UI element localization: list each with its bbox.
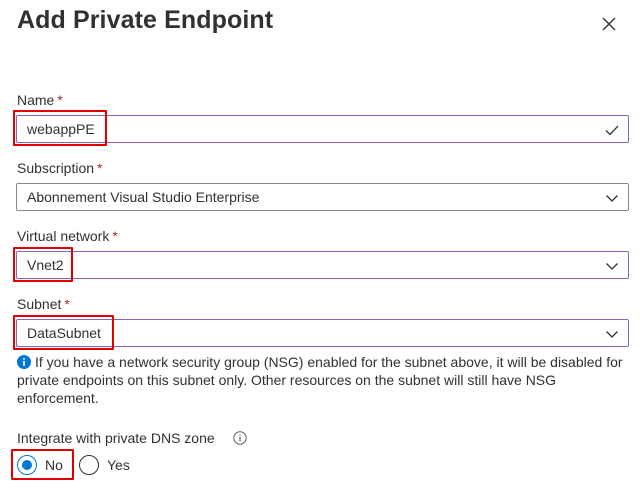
checkmark-icon <box>604 122 620 138</box>
info-outline-icon[interactable] <box>233 431 247 445</box>
info-text: If you have a network security group (NS… <box>17 354 623 406</box>
chevron-down-icon <box>604 190 620 206</box>
panel-title: Add Private Endpoint <box>17 6 274 34</box>
radio-no-label: No <box>45 457 63 473</box>
subscription-dropdown[interactable]: Abonnement Visual Studio Enterprise <box>16 183 629 211</box>
virtual-network-dropdown[interactable]: Vnet2 <box>16 251 629 279</box>
radio-selected-icon[interactable] <box>17 455 37 475</box>
subnet-dropdown[interactable]: DataSubnet <box>16 319 629 347</box>
name-field[interactable] <box>16 115 629 143</box>
virtual-network-label: Virtual network * <box>17 228 118 244</box>
radio-unselected-icon[interactable] <box>79 455 99 475</box>
info-icon <box>17 355 31 369</box>
name-input[interactable] <box>27 121 587 137</box>
subscription-label: Subscription * <box>17 160 103 176</box>
dns-zone-label: Integrate with private DNS zone <box>17 430 215 446</box>
subscription-value: Abonnement Visual Studio Enterprise <box>27 189 260 205</box>
subnet-label: Subnet * <box>17 296 70 312</box>
name-label: Name * <box>17 92 63 108</box>
nsg-info-message: If you have a network security group (NS… <box>17 353 629 407</box>
dns-radio-yes[interactable]: Yes <box>79 455 130 475</box>
virtual-network-value: Vnet2 <box>27 257 64 273</box>
dns-radio-no[interactable]: No <box>17 455 63 475</box>
chevron-down-icon <box>604 326 620 342</box>
chevron-down-icon <box>604 258 620 274</box>
close-icon[interactable] <box>598 13 620 35</box>
subnet-value: DataSubnet <box>27 325 101 341</box>
radio-yes-label: Yes <box>107 457 130 473</box>
